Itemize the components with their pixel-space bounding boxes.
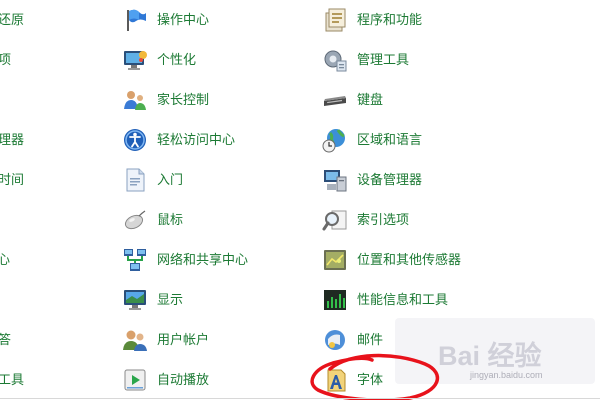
partial-item-restore[interactable]: 还原 bbox=[0, 4, 24, 36]
item-label: 键盘 bbox=[357, 92, 384, 108]
mouse[interactable]: 鼠标 bbox=[122, 204, 183, 236]
display-icon bbox=[122, 287, 148, 313]
users-icon bbox=[122, 327, 148, 353]
sensor-icon bbox=[322, 247, 348, 273]
item-label: 轻松访问中心 bbox=[157, 132, 236, 148]
autoplay-icon bbox=[122, 367, 148, 393]
item-label: 操作中心 bbox=[157, 12, 210, 28]
admin-tools[interactable]: 管理工具 bbox=[322, 44, 409, 76]
programs-icon bbox=[322, 7, 348, 33]
region-language[interactable]: 区域和语言 bbox=[322, 124, 422, 156]
partial-item-time[interactable]: 时间 bbox=[0, 164, 24, 196]
item-label: 还原 bbox=[0, 12, 25, 28]
item-label: 网络和共享中心 bbox=[157, 252, 249, 268]
partial-item-center[interactable]: 心 bbox=[0, 244, 10, 276]
family-icon bbox=[122, 87, 148, 113]
partial-item-options[interactable]: 项 bbox=[0, 44, 11, 76]
indexing-options[interactable]: 索引选项 bbox=[322, 204, 409, 236]
watermark-brand: Bai 经验 bbox=[438, 341, 542, 371]
item-label: 显示 bbox=[157, 292, 184, 308]
item-label: 个性化 bbox=[157, 52, 197, 68]
item-label: 用户帐户 bbox=[157, 332, 210, 348]
network-sharing[interactable]: 网络和共享中心 bbox=[122, 244, 248, 276]
action-center[interactable]: 操作中心 bbox=[122, 4, 209, 36]
item-label: 自动播放 bbox=[157, 372, 210, 388]
partial-item-manager[interactable]: 理器 bbox=[0, 124, 24, 156]
mouse-icon bbox=[122, 207, 148, 233]
item-label: 位置和其他传感器 bbox=[357, 252, 462, 268]
item-label: 程序和功能 bbox=[357, 12, 423, 28]
network-icon bbox=[122, 247, 148, 273]
item-label: 邮件 bbox=[357, 332, 384, 348]
getting-started[interactable]: 入门 bbox=[122, 164, 183, 196]
mail[interactable]: 邮件 bbox=[322, 324, 383, 356]
device-manager-icon bbox=[322, 167, 348, 193]
performance-icon bbox=[322, 287, 348, 313]
item-label: 项 bbox=[0, 52, 12, 68]
performance-info[interactable]: 性能信息和工具 bbox=[322, 284, 448, 316]
document-icon bbox=[122, 167, 148, 193]
search-index-icon bbox=[322, 207, 348, 233]
parental-controls[interactable]: 家长控制 bbox=[122, 84, 209, 116]
globe-clock-icon bbox=[322, 127, 348, 153]
admin-tools-icon bbox=[322, 47, 348, 73]
item-label: 设备管理器 bbox=[357, 172, 423, 188]
item-label: 字体 bbox=[357, 372, 384, 388]
item-label: 管理工具 bbox=[357, 52, 410, 68]
accessibility-icon bbox=[122, 127, 148, 153]
keyboard-icon bbox=[322, 87, 348, 113]
item-label: 鼠标 bbox=[157, 212, 184, 228]
item-label: 区域和语言 bbox=[357, 132, 423, 148]
location-sensors[interactable]: 位置和其他传感器 bbox=[322, 244, 461, 276]
autoplay[interactable]: 自动播放 bbox=[122, 364, 209, 396]
flag-icon bbox=[122, 7, 148, 33]
fonts[interactable]: 字体 bbox=[322, 364, 383, 396]
item-label: 时间 bbox=[0, 172, 25, 188]
divider bbox=[0, 398, 600, 399]
ease-of-access[interactable]: 轻松访问中心 bbox=[122, 124, 235, 156]
item-label: 入门 bbox=[157, 172, 184, 188]
user-accounts[interactable]: 用户帐户 bbox=[122, 324, 209, 356]
personalization[interactable]: 个性化 bbox=[122, 44, 196, 76]
display[interactable]: 显示 bbox=[122, 284, 183, 316]
programs-features[interactable]: 程序和功能 bbox=[322, 4, 422, 36]
item-label: 心 bbox=[0, 252, 11, 268]
item-label: 索引选项 bbox=[357, 212, 410, 228]
item-label: 理器 bbox=[0, 132, 25, 148]
watermark-url: jingyan.baidu.com bbox=[470, 370, 543, 380]
item-label: 性能信息和工具 bbox=[357, 292, 449, 308]
item-label: 工具 bbox=[0, 372, 25, 388]
item-label: 答 bbox=[0, 332, 12, 348]
partial-item-answer[interactable]: 答 bbox=[0, 324, 11, 356]
item-label: 家长控制 bbox=[157, 92, 210, 108]
device-manager[interactable]: 设备管理器 bbox=[322, 164, 422, 196]
mail-icon bbox=[322, 327, 348, 353]
partial-item-tools[interactable]: 工具 bbox=[0, 364, 24, 396]
monitor-paint-icon bbox=[122, 47, 148, 73]
font-icon bbox=[322, 367, 348, 393]
keyboard[interactable]: 键盘 bbox=[322, 84, 383, 116]
